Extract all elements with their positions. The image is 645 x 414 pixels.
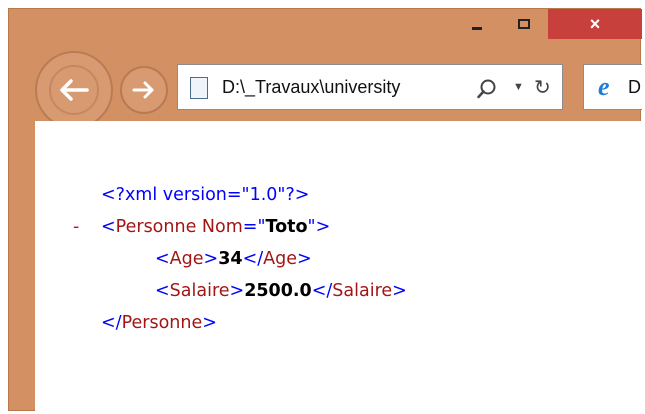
xml-declaration: <?xml version="1.0"?> (101, 185, 310, 205)
back-button[interactable] (35, 51, 113, 129)
tab-title: D (628, 77, 641, 97)
collapse-marker[interactable]: - (73, 211, 79, 243)
forward-button[interactable] (120, 66, 168, 114)
root-open-tag: <Personne Nom="Toto"> (101, 217, 331, 237)
refresh-icon[interactable]: ↻ (534, 75, 551, 100)
maximize-icon (518, 19, 530, 29)
minimize-icon (472, 27, 482, 30)
ie-logo-icon: e (598, 72, 610, 101)
address-text[interactable]: D:\_Travaux\university (222, 77, 400, 98)
page-icon (190, 77, 208, 99)
page-content: <?xml version="1.0"?> - <Personne Nom="T… (35, 121, 642, 411)
age-close-tag-name: Age (263, 249, 297, 269)
close-button[interactable]: × (548, 9, 642, 39)
salary-element: <Salaire>2500.0</Salaire> (155, 281, 407, 301)
minimize-button[interactable] (454, 9, 500, 39)
title-bar: × (9, 9, 642, 47)
search-icon[interactable] (476, 78, 498, 100)
root-tag-name: Personne (115, 217, 197, 237)
age-element: <Age>34</Age> (155, 249, 312, 269)
root-close-tag: </Personne> (101, 313, 217, 333)
forward-arrow-icon (132, 81, 154, 99)
close-icon: × (589, 13, 601, 34)
age-tag-name: Age (169, 249, 204, 269)
address-bar[interactable]: D:\_Travaux\university ▼ ↻ (177, 64, 563, 110)
age-value: 34 (218, 249, 243, 269)
dropdown-icon[interactable]: ▼ (513, 81, 524, 93)
root-attr-value: Toto (265, 217, 308, 237)
root-close-tag-name: Personne (121, 313, 203, 333)
salary-value: 2500.0 (244, 281, 312, 301)
salary-tag-name: Salaire (169, 281, 230, 301)
salary-close-tag-name: Salaire (332, 281, 393, 301)
root-attr-name: Nom (201, 217, 243, 237)
browser-tab[interactable]: e D (583, 64, 642, 110)
browser-window: × D:\_Travaux\university ▼ ↻ e D <?xml v… (8, 8, 642, 411)
maximize-button[interactable] (500, 9, 548, 39)
back-arrow-icon (60, 79, 89, 101)
